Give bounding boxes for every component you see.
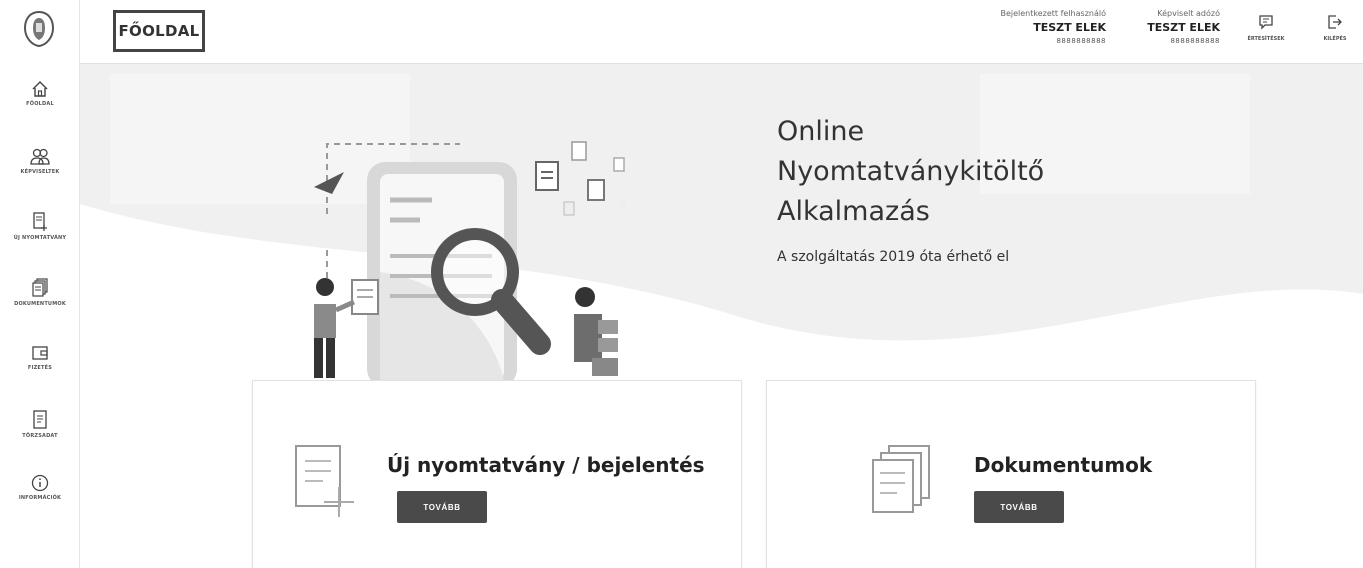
logout-button[interactable]: KILÉPÉS <box>1310 14 1360 42</box>
sidebar-item-home[interactable]: FŐOLDAL <box>0 80 80 107</box>
users-icon <box>30 148 50 165</box>
sidebar-item-label: TÖRZSADAT <box>22 433 58 439</box>
wallet-icon <box>32 346 48 360</box>
notifications-label: ÉRTESÍTÉSEK <box>1247 36 1285 42</box>
master-data-icon <box>33 410 47 429</box>
documents-card-title: Dokumentumok <box>974 453 1153 477</box>
sidebar-item-representatives[interactable]: KÉPVISELTEK <box>0 148 80 175</box>
logged-in-user-caption: Bejelentkezett felhasználó <box>1000 9 1106 18</box>
new-form-card[interactable]: Új nyomtatvány / bejelentés TOVÁBB <box>252 380 742 568</box>
shield-coat-of-arms-icon <box>23 10 55 48</box>
page-title: FŐOLDAL <box>118 22 200 40</box>
hero-section: Online Nyomtatványkitöltő Alkalmazás A s… <box>80 64 1363 568</box>
sidebar-item-label: FŐOLDAL <box>26 101 54 107</box>
sidebar-item-payment[interactable]: FIZETÉS <box>0 344 80 371</box>
hero-background-wave <box>80 64 1363 341</box>
sidebar-item-label: KÉPVISELTEK <box>20 169 60 175</box>
home-icon <box>32 81 48 97</box>
logged-in-user-name: TESZT ELEK <box>1033 21 1106 34</box>
represented-taxpayer[interactable]: Képviselt adózó TESZT ELEK 8888888888 <box>1130 9 1220 45</box>
documents-card[interactable]: Dokumentumok TOVÁBB <box>766 380 1256 568</box>
sidebar-item-label: INFORMÁCIÓK <box>18 495 62 501</box>
logged-in-user-id: 8888888888 <box>1056 37 1106 45</box>
sidebar-item-label: FIZETÉS <box>27 365 53 371</box>
logout-label: KILÉPÉS <box>1323 36 1347 42</box>
hero-subtitle: A szolgáltatás 2019 óta érhető el <box>777 249 1010 265</box>
page-title-box: FŐOLDAL <box>113 10 205 52</box>
new-form-continue-button[interactable]: TOVÁBB <box>397 491 487 523</box>
sidebar-item-documents[interactable]: DOKUMENTUMOK <box>0 278 80 307</box>
represented-taxpayer-name: TESZT ELEK <box>1147 21 1220 34</box>
top-header: FŐOLDAL Bejelentkezett felhasználó TESZT… <box>80 0 1363 64</box>
sidebar-item-label: DOKUMENTUMOK <box>14 301 66 307</box>
sidebar-item-label: ÚJ NYOMTATVÁNY <box>13 235 67 241</box>
hero-title: Online Nyomtatványkitöltő Alkalmazás <box>777 112 1044 232</box>
represented-taxpayer-id: 8888888888 <box>1170 37 1220 45</box>
hero-title-line-1: Online <box>777 116 865 147</box>
notifications-button[interactable]: ÉRTESÍTÉSEK <box>1241 14 1291 42</box>
logout-icon <box>1328 15 1342 29</box>
chat-bubble-icon <box>1259 15 1273 30</box>
documents-continue-button[interactable]: TOVÁBB <box>974 491 1064 523</box>
represented-taxpayer-caption: Képviselt adózó <box>1157 9 1220 18</box>
sidebar-item-information[interactable]: INFORMÁCIÓK <box>0 474 80 501</box>
documents-stack-icon <box>872 445 930 513</box>
hero-title-line-2: Nyomtatványkitöltő <box>777 156 1045 187</box>
coat-of-arms-logo[interactable] <box>22 10 56 48</box>
new-form-icon <box>295 445 354 517</box>
new-form-icon <box>33 212 47 231</box>
sidebar-item-master-data[interactable]: TÖRZSADAT <box>0 410 80 439</box>
info-icon <box>31 474 49 492</box>
hero-illustration <box>314 141 626 382</box>
sidebar-item-new-form[interactable]: ÚJ NYOMTATVÁNY <box>0 212 80 241</box>
new-form-card-title: Új nyomtatvány / bejelentés <box>387 453 705 477</box>
hero-title-line-3: Alkalmazás <box>777 196 930 227</box>
logged-in-user: Bejelentkezett felhasználó TESZT ELEK 88… <box>998 9 1106 45</box>
documents-icon <box>32 278 48 297</box>
sidebar: FŐOLDAL KÉPVISELTEK ÚJ NYOMTATVÁNY DOKUM… <box>0 0 80 568</box>
